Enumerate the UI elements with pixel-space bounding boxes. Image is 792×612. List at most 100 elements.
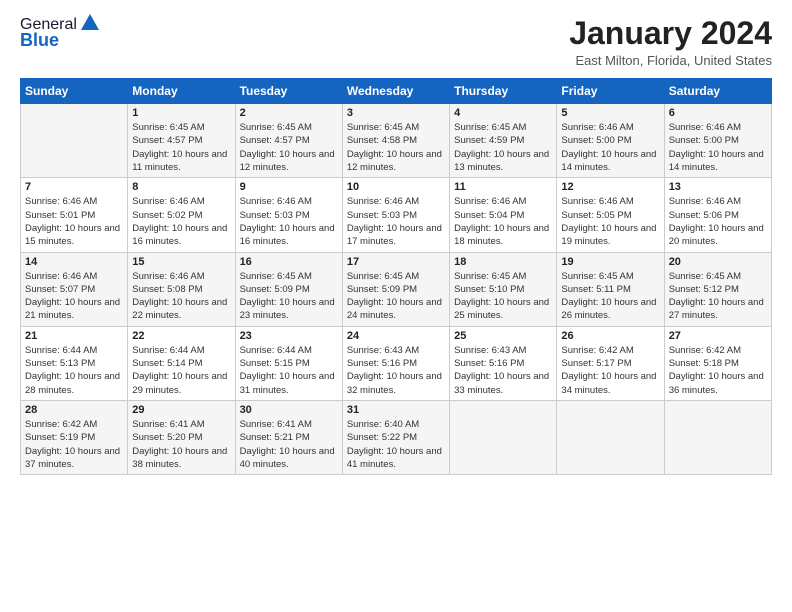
day-detail: Sunrise: 6:45 AMSunset: 4:59 PMDaylight:… (454, 121, 552, 174)
calendar-cell: 1 Sunrise: 6:45 AMSunset: 4:57 PMDaylight… (128, 104, 235, 178)
day-detail: Sunrise: 6:43 AMSunset: 5:16 PMDaylight:… (454, 344, 552, 397)
day-detail: Sunrise: 6:41 AMSunset: 5:20 PMDaylight:… (132, 418, 230, 471)
day-number: 23 (240, 330, 338, 342)
col-wednesday: Wednesday (342, 79, 449, 104)
calendar-table: Sunday Monday Tuesday Wednesday Thursday… (20, 78, 772, 475)
calendar-cell (450, 400, 557, 474)
day-number: 26 (561, 330, 659, 342)
day-detail: Sunrise: 6:40 AMSunset: 5:22 PMDaylight:… (347, 418, 445, 471)
day-number: 24 (347, 330, 445, 342)
day-number: 29 (132, 404, 230, 416)
logo: General Blue (20, 16, 101, 51)
day-number: 28 (25, 404, 123, 416)
day-detail: Sunrise: 6:46 AMSunset: 5:08 PMDaylight:… (132, 270, 230, 323)
calendar-cell: 14Sunrise: 6:46 AMSunset: 5:07 PMDayligh… (21, 252, 128, 326)
page-title: January 2024 (569, 16, 772, 51)
day-number: 2 (240, 107, 338, 119)
day-number: 16 (240, 256, 338, 268)
day-number: 14 (25, 256, 123, 268)
calendar-cell: 28 Sunrise: 6:42 AMSunset: 5:19 PMDayligh… (21, 400, 128, 474)
day-number: 5 (561, 107, 659, 119)
day-detail: Sunrise: 6:46 AMSunset: 5:01 PMDaylight:… (25, 195, 123, 248)
calendar-cell (21, 104, 128, 178)
day-detail: Sunrise: 6:45 AMSunset: 5:09 PMDaylight:… (347, 270, 445, 323)
day-detail: Sunrise: 6:45 AMSunset: 5:10 PMDaylight:… (454, 270, 552, 323)
day-number: 20 (669, 256, 767, 268)
day-detail: Sunrise: 6:46 AMSunset: 5:04 PMDaylight:… (454, 195, 552, 248)
logo-icon (79, 12, 101, 34)
calendar-cell: 19Sunrise: 6:45 AMSunset: 5:11 PMDayligh… (557, 252, 664, 326)
day-detail: Sunrise: 6:45 AMSunset: 4:57 PMDaylight:… (240, 121, 338, 174)
day-number: 31 (347, 404, 445, 416)
day-detail: Sunrise: 6:46 AMSunset: 5:03 PMDaylight:… (347, 195, 445, 248)
day-detail: Sunrise: 6:42 AMSunset: 5:18 PMDaylight:… (669, 344, 767, 397)
calendar-week-2: 7 Sunrise: 6:46 AMSunset: 5:01 PMDaylight… (21, 178, 772, 252)
day-number: 22 (132, 330, 230, 342)
day-detail: Sunrise: 6:46 AMSunset: 5:05 PMDaylight:… (561, 195, 659, 248)
page: General Blue January 2024 East Milton, F… (0, 0, 792, 485)
col-thursday: Thursday (450, 79, 557, 104)
day-detail: Sunrise: 6:42 AMSunset: 5:19 PMDaylight:… (25, 418, 123, 471)
calendar-cell: 26Sunrise: 6:42 AMSunset: 5:17 PMDayligh… (557, 326, 664, 400)
day-detail: Sunrise: 6:46 AMSunset: 5:06 PMDaylight:… (669, 195, 767, 248)
calendar-cell: 7 Sunrise: 6:46 AMSunset: 5:01 PMDaylight… (21, 178, 128, 252)
col-tuesday: Tuesday (235, 79, 342, 104)
day-number: 17 (347, 256, 445, 268)
calendar-cell: 9 Sunrise: 6:46 AMSunset: 5:03 PMDaylight… (235, 178, 342, 252)
calendar-cell: 30Sunrise: 6:41 AMSunset: 5:21 PMDayligh… (235, 400, 342, 474)
calendar-cell: 24 Sunrise: 6:43 AMSunset: 5:16 PMDayligh… (342, 326, 449, 400)
day-detail: Sunrise: 6:45 AMSunset: 5:11 PMDaylight:… (561, 270, 659, 323)
calendar-cell: 25 Sunrise: 6:43 AMSunset: 5:16 PMDayligh… (450, 326, 557, 400)
header: General Blue January 2024 East Milton, F… (20, 16, 772, 68)
calendar-week-4: 21 Sunrise: 6:44 AMSunset: 5:13 PMDayligh… (21, 326, 772, 400)
day-number: 9 (240, 181, 338, 193)
day-number: 10 (347, 181, 445, 193)
day-detail: Sunrise: 6:45 AMSunset: 5:09 PMDaylight:… (240, 270, 338, 323)
title-block: January 2024 East Milton, Florida, Unite… (569, 16, 772, 68)
day-detail: Sunrise: 6:41 AMSunset: 5:21 PMDaylight:… (240, 418, 338, 471)
calendar-cell: 4 Sunrise: 6:45 AMSunset: 4:59 PMDaylight… (450, 104, 557, 178)
calendar-cell: 21 Sunrise: 6:44 AMSunset: 5:13 PMDayligh… (21, 326, 128, 400)
day-detail: Sunrise: 6:45 AMSunset: 4:57 PMDaylight:… (132, 121, 230, 174)
calendar-cell: 2 Sunrise: 6:45 AMSunset: 4:57 PMDaylight… (235, 104, 342, 178)
day-number: 6 (669, 107, 767, 119)
day-detail: Sunrise: 6:44 AMSunset: 5:14 PMDaylight:… (132, 344, 230, 397)
calendar-cell: 15Sunrise: 6:46 AMSunset: 5:08 PMDayligh… (128, 252, 235, 326)
day-number: 1 (132, 107, 230, 119)
calendar-week-3: 14Sunrise: 6:46 AMSunset: 5:07 PMDayligh… (21, 252, 772, 326)
day-number: 27 (669, 330, 767, 342)
col-sunday: Sunday (21, 79, 128, 104)
day-detail: Sunrise: 6:45 AMSunset: 5:12 PMDaylight:… (669, 270, 767, 323)
day-detail: Sunrise: 6:44 AMSunset: 5:15 PMDaylight:… (240, 344, 338, 397)
calendar-cell: 3 Sunrise: 6:45 AMSunset: 4:58 PMDaylight… (342, 104, 449, 178)
col-friday: Friday (557, 79, 664, 104)
day-detail: Sunrise: 6:44 AMSunset: 5:13 PMDaylight:… (25, 344, 123, 397)
day-detail: Sunrise: 6:46 AMSunset: 5:00 PMDaylight:… (669, 121, 767, 174)
day-detail: Sunrise: 6:46 AMSunset: 5:03 PMDaylight:… (240, 195, 338, 248)
col-monday: Monday (128, 79, 235, 104)
calendar-cell: 18Sunrise: 6:45 AMSunset: 5:10 PMDayligh… (450, 252, 557, 326)
day-number: 25 (454, 330, 552, 342)
day-number: 13 (669, 181, 767, 193)
calendar-cell: 20 Sunrise: 6:45 AMSunset: 5:12 PMDayligh… (664, 252, 771, 326)
calendar-cell: 5 Sunrise: 6:46 AMSunset: 5:00 PMDaylight… (557, 104, 664, 178)
day-number: 11 (454, 181, 552, 193)
day-detail: Sunrise: 6:46 AMSunset: 5:02 PMDaylight:… (132, 195, 230, 248)
calendar-week-5: 28 Sunrise: 6:42 AMSunset: 5:19 PMDayligh… (21, 400, 772, 474)
day-number: 7 (25, 181, 123, 193)
day-detail: Sunrise: 6:46 AMSunset: 5:00 PMDaylight:… (561, 121, 659, 174)
calendar-cell: 17 Sunrise: 6:45 AMSunset: 5:09 PMDayligh… (342, 252, 449, 326)
calendar-cell (557, 400, 664, 474)
day-detail: Sunrise: 6:45 AMSunset: 4:58 PMDaylight:… (347, 121, 445, 174)
calendar-cell: 23 Sunrise: 6:44 AMSunset: 5:15 PMDayligh… (235, 326, 342, 400)
calendar-cell: 8Sunrise: 6:46 AMSunset: 5:02 PMDaylight… (128, 178, 235, 252)
day-number: 21 (25, 330, 123, 342)
day-number: 3 (347, 107, 445, 119)
day-detail: Sunrise: 6:43 AMSunset: 5:16 PMDaylight:… (347, 344, 445, 397)
calendar-week-1: 1 Sunrise: 6:45 AMSunset: 4:57 PMDaylight… (21, 104, 772, 178)
calendar-cell: 12Sunrise: 6:46 AMSunset: 5:05 PMDayligh… (557, 178, 664, 252)
day-number: 4 (454, 107, 552, 119)
calendar-cell: 22 Sunrise: 6:44 AMSunset: 5:14 PMDayligh… (128, 326, 235, 400)
calendar-cell: 29 Sunrise: 6:41 AMSunset: 5:20 PMDayligh… (128, 400, 235, 474)
calendar-cell: 6 Sunrise: 6:46 AMSunset: 5:00 PMDaylight… (664, 104, 771, 178)
